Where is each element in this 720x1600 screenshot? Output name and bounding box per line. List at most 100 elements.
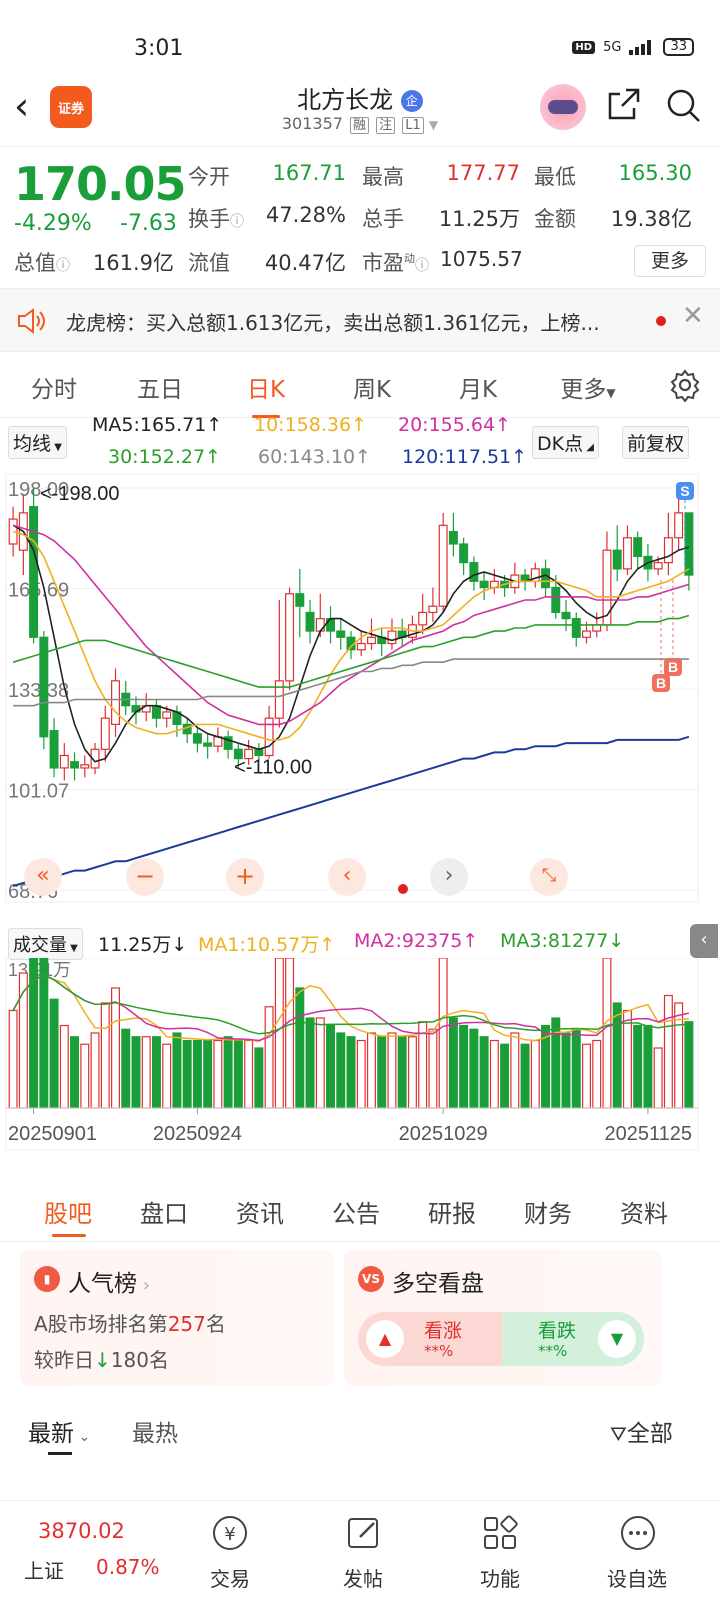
settings-icon[interactable] <box>668 368 702 402</box>
tab-guba[interactable]: 股吧 <box>44 1194 92 1229</box>
popularity-card[interactable]: ▮ 人气榜 › A股市场排名第257名 较昨日↓180名 <box>20 1250 334 1386</box>
mktcap-value: 161.9亿 <box>92 251 174 275</box>
close-icon[interactable]: ✕ <box>682 301 704 331</box>
compose-icon[interactable] <box>344 1513 384 1553</box>
tab-monthly-k[interactable]: 月K <box>428 370 528 404</box>
volume-bar <box>254 1047 264 1109</box>
nav-post[interactable]: 发帖 <box>318 1563 408 1592</box>
vs-icon: VS <box>358 1266 384 1292</box>
tab-daily-k[interactable]: 日K <box>216 370 316 418</box>
buy-marker[interactable]: B <box>652 674 670 692</box>
volume-bar <box>336 1032 346 1109</box>
candle <box>571 612 581 647</box>
more-button[interactable]: 更多 <box>634 245 706 277</box>
search-icon[interactable] <box>666 88 702 124</box>
rewind-icon[interactable]: « <box>24 858 62 896</box>
nav-functions[interactable]: 功能 <box>455 1563 545 1592</box>
low-value: 165.30 <box>618 161 692 185</box>
sort-hot[interactable]: 最热 <box>132 1414 178 1448</box>
bearish-label: 看跌 <box>538 1320 577 1342</box>
candle <box>479 571 489 600</box>
trade-icon[interactable]: ¥ <box>210 1513 250 1553</box>
volume-latest: 11.25万↓ <box>98 934 188 956</box>
tab-announcements[interactable]: 公告 <box>332 1194 380 1229</box>
more-circle-icon[interactable] <box>618 1513 658 1553</box>
level-tag: L1 <box>402 117 424 134</box>
sell-marker[interactable]: S <box>676 482 694 500</box>
index-value[interactable]: 3870.02 <box>38 1519 125 1543</box>
volume-bar <box>315 1017 325 1109</box>
tab-weekly-k[interactable]: 周K <box>322 370 422 404</box>
tab-intraday[interactable]: 分时 <box>4 370 104 404</box>
candle <box>561 599 571 632</box>
dragon-tiger-notice[interactable]: 龙虎榜：买入总额1.613亿元，卖出总额1.361亿元，上榜... ✕ <box>0 288 720 352</box>
y-tick-label: 165.69 <box>8 580 69 602</box>
candle <box>70 752 80 781</box>
volume-bar <box>633 1024 643 1109</box>
float-value: 40.47亿 <box>264 251 346 275</box>
assistant-avatar[interactable] <box>540 84 586 130</box>
prev-icon[interactable]: ‹ <box>328 858 366 896</box>
status-time: 3:01 <box>134 36 184 61</box>
zoom-out-icon[interactable]: − <box>126 858 164 896</box>
bearish-button[interactable]: 看跌 **% ▼ <box>502 1312 644 1366</box>
volume-bar <box>366 1032 376 1109</box>
volume-bar <box>551 1017 561 1109</box>
candle <box>264 705 274 759</box>
volume-bar <box>489 1039 499 1109</box>
candle <box>377 627 387 656</box>
stock-name-text: 北方长龙 <box>297 86 394 114</box>
volume-bar <box>49 998 59 1109</box>
candle <box>530 562 540 588</box>
sentiment-card[interactable]: VS 多空看盘 ▲ 看涨 **% 看跌 **% ▼ <box>344 1250 662 1386</box>
bullish-label: 看涨 <box>424 1320 463 1342</box>
filter-all[interactable]: ⛛全部 <box>610 1414 673 1448</box>
tab-research[interactable]: 研报 <box>428 1194 476 1229</box>
zoom-in-icon[interactable]: + <box>226 858 264 896</box>
tab-orderbook[interactable]: 盘口 <box>140 1194 188 1229</box>
nav-trade[interactable]: 交易 <box>185 1563 275 1592</box>
volume-bar <box>643 1024 653 1109</box>
unread-dot <box>656 316 666 326</box>
candlestick-chart[interactable]: 198.00165.69133.38101.0768.76<-198.00<-1… <box>0 470 720 906</box>
tab-profile[interactable]: 资料 <box>620 1194 668 1229</box>
candle <box>121 680 131 716</box>
volume-bar <box>612 1002 622 1109</box>
bullish-button[interactable]: ▲ 看涨 **% <box>358 1312 502 1366</box>
volume-bar <box>602 958 612 1109</box>
volume-bar <box>510 1032 520 1109</box>
next-icon[interactable]: › <box>430 858 468 896</box>
vol-ma2-label: MA2:92375↑ <box>354 930 479 952</box>
tab-news[interactable]: 资讯 <box>236 1194 284 1229</box>
sort-latest[interactable]: 最新 ⌄ <box>28 1414 90 1448</box>
turnover-label: 换手ⓘ <box>188 207 244 231</box>
nav-add-watchlist[interactable]: 设自选 <box>592 1563 682 1592</box>
tab-financials[interactable]: 财务 <box>524 1194 572 1229</box>
grid-icon[interactable] <box>480 1513 520 1553</box>
active-tab-indicator <box>52 1234 86 1237</box>
enterprise-badge: 企 <box>400 90 423 112</box>
volume-bar <box>141 1036 151 1109</box>
collapse-panel-icon[interactable]: ‹ <box>690 924 718 958</box>
tab-five-day[interactable]: 五日 <box>110 370 210 404</box>
sort-indicator <box>48 1452 72 1455</box>
candle <box>295 568 305 638</box>
y-tick-label: 101.07 <box>8 781 69 803</box>
tab-more[interactable]: 更多▼ <box>538 370 638 404</box>
adjust-selector[interactable]: 前复权 <box>622 426 690 459</box>
dk-selector[interactable]: DK点 ◢ <box>532 426 599 459</box>
buy-marker[interactable]: B <box>664 658 682 676</box>
chart-bar-icon: ▮ <box>34 1266 60 1292</box>
stock-header: ‹ 证券 北方长龙 企 301357 融 注 L1 ▼ <box>0 80 720 146</box>
candle <box>418 593 428 635</box>
volume-chart[interactable]: 13.91万20250901202509242025102920251125 <box>0 958 720 1176</box>
high-label: 最高 <box>362 165 404 189</box>
ma10-label: 10:158.36↑ <box>254 414 367 436</box>
candle <box>612 525 622 582</box>
indicator-selector[interactable]: 均线 ▼ <box>8 426 67 459</box>
volume-selector[interactable]: 成交量 ▼ <box>8 928 83 960</box>
candle <box>39 631 49 750</box>
share-icon[interactable] <box>606 86 642 122</box>
open-value: 167.71 <box>272 161 346 185</box>
fullscreen-icon[interactable]: ⤡ <box>530 858 568 896</box>
